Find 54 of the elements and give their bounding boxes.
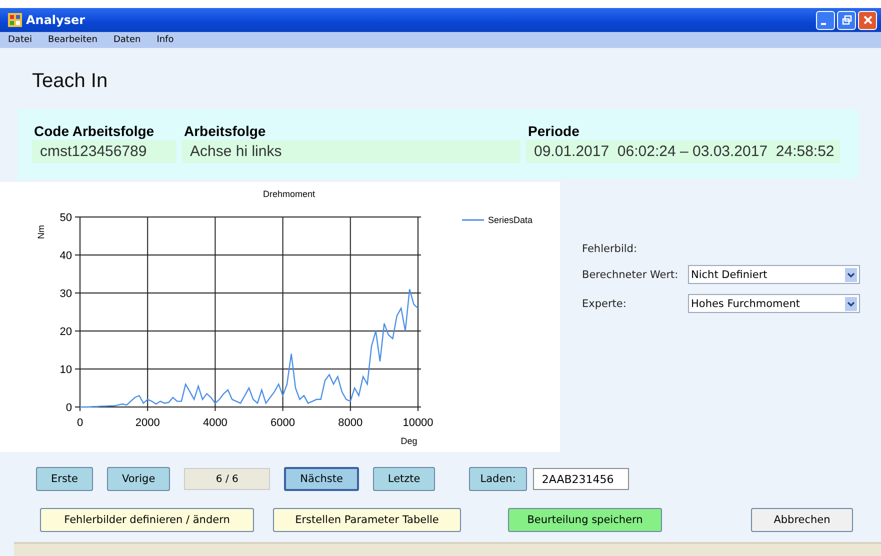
tick-label: 50 [60,212,72,224]
minimize-icon [821,22,826,24]
nav-button[interactable]: Vorige [107,467,170,491]
chevron-down-icon [845,296,857,310]
dropdown[interactable]: Nicht Definiert [688,265,860,284]
field-value: Achse hi links [182,140,520,163]
tick-label: 0 [66,402,72,414]
tick-label: 4000 [202,417,228,429]
tick-label: 0 [76,417,84,429]
chevron-down-icon [845,268,857,282]
close-button[interactable] [858,10,877,30]
legend-line [462,219,484,221]
app-icon [8,13,22,27]
action-button[interactable]: Erstellen Parameter Tabelle [273,508,461,532]
record-counter: 6 / 6 [184,468,270,490]
window-title: Analyser [26,13,86,27]
field-label: Periode [527,123,580,140]
action-button[interactable]: Beurteilung speichern [508,508,662,532]
tick-label: 30 [60,288,72,300]
minimize-button[interactable] [816,10,835,30]
field-value: cmst123456789 [32,140,176,163]
menu-item[interactable]: Daten [113,35,141,45]
action-button[interactable]: Abbrechen [751,508,853,532]
section-label: Fehlerbild: [582,243,638,255]
page-heading: Teach In [31,69,109,94]
field-label: Arbeitsfolge [183,123,267,140]
field-label: Berechneter Wert: [582,268,680,280]
tick-label: 20 [60,326,72,338]
menu-item[interactable]: Info [156,35,174,45]
nav-button[interactable]: Erste [36,467,93,491]
close-icon [862,15,872,25]
tick-label: 10 [60,364,72,376]
load-button[interactable]: Laden: [469,467,527,491]
tick-label: 40 [60,250,72,262]
tick-label: 2000 [135,417,160,429]
dropdown[interactable]: Hohes Furchmoment [688,294,860,313]
tick-label: 6000 [270,417,296,429]
nav-button[interactable]: Nächste [284,467,359,491]
axis-label: Deg [400,436,418,446]
legend-label: SeriesData [488,215,533,225]
menu-item[interactable]: Bearbeiten [48,35,98,45]
restore-icon [842,15,852,25]
field-label: Code Arbeitsfolge [33,123,156,140]
action-button[interactable]: Fehlerbilder definieren / ändern [40,508,254,532]
chart-title: Drehmoment [262,189,316,199]
restore-button[interactable] [837,10,856,30]
field-value: 09.01.2017 06:02:24 – 03.03.2017 24:58:52 [526,140,840,163]
tick-label: 10000 [402,417,434,429]
menu-item[interactable]: Datei [8,35,32,45]
nav-button[interactable]: Letzte [372,467,436,491]
axis-label: Nm [36,225,46,239]
field-label: Experte: [582,298,628,310]
input-field[interactable]: 2AAB231456 [532,468,629,490]
tick-label: 8000 [338,417,363,429]
